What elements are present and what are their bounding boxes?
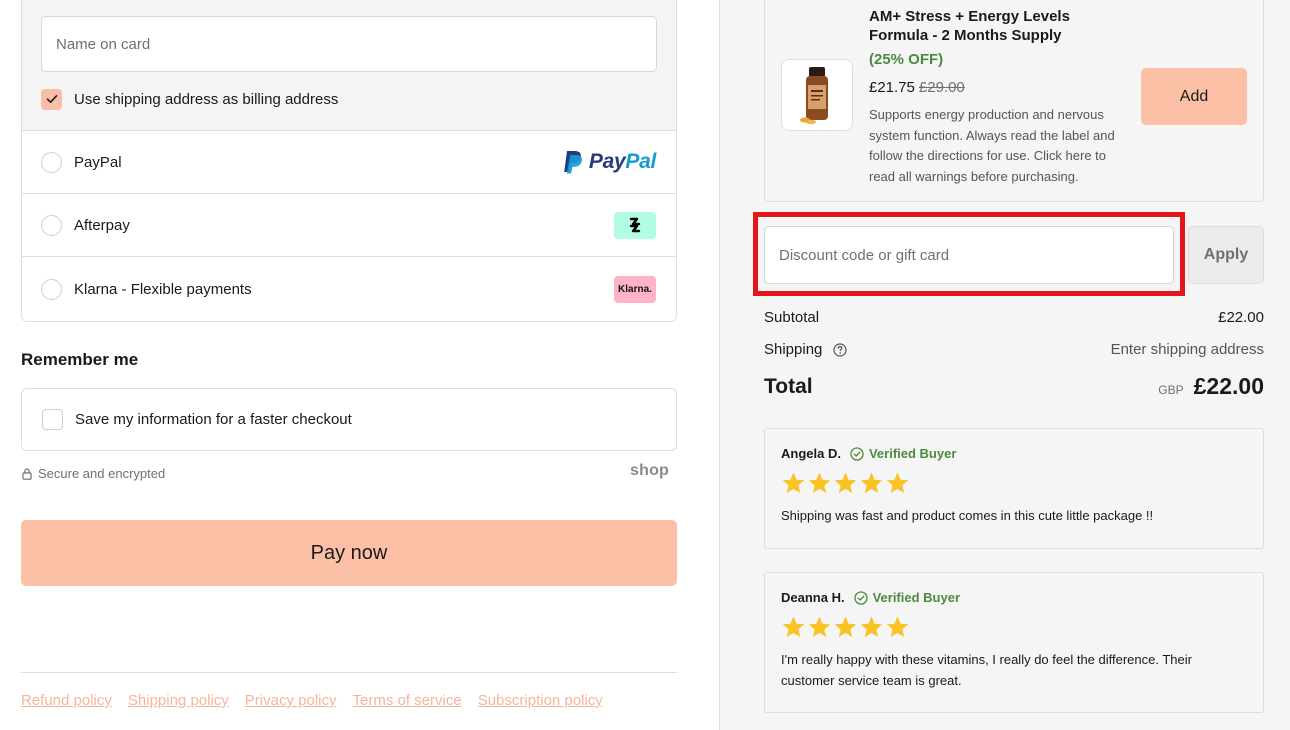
payment-option-klarna[interactable]: Klarna - Flexible payments Klarna. [22,258,676,321]
review-card: Angela D. Verified Buyer Shipping was fa… [764,428,1264,549]
total-row: Total GBP £22.00 [764,373,1264,400]
review-text: Shipping was fast and product comes in t… [781,508,1154,523]
shipping-row: Shipping Enter shipping address [764,341,1264,358]
discount-code-input[interactable] [764,226,1174,284]
star-rating [781,471,1247,495]
afterpay-logo [614,211,656,239]
shipping-policy-link[interactable]: Shipping policy [128,692,229,709]
payment-option-paypal[interactable]: PayPal Pay Pal [22,131,676,194]
product-thumbnail [781,59,853,131]
afterpay-radio[interactable] [41,214,62,236]
upsell-price: £21.75 [869,79,915,96]
upsell-description[interactable]: Supports energy production and nervous s… [869,105,1131,187]
paypal-mark-icon [564,151,582,174]
name-on-card-input[interactable] [41,16,657,72]
review-card: Deanna H. Verified Buyer I'm really happ… [764,572,1264,713]
apply-discount-button[interactable]: Apply [1188,226,1264,284]
billing-same-row[interactable]: Use shipping address as billing address [41,88,338,110]
total-amount: £22.00 [1193,373,1264,399]
remember-me-heading: Remember me [21,350,139,369]
verified-buyer-label: Verified Buyer [872,590,961,605]
privacy-policy-link[interactable]: Privacy policy [245,692,337,709]
add-upsell-button[interactable]: Add [1141,68,1247,125]
refund-policy-link[interactable]: Refund policy [21,692,112,709]
review-author: Deanna H. [781,590,845,605]
policy-links: Refund policy Shipping policy Privacy po… [21,692,603,709]
total-currency: GBP [1158,383,1184,397]
subtotal-label: Subtotal [764,309,820,326]
payment-option-afterpay[interactable]: Afterpay [22,194,676,257]
verified-check-icon [853,590,868,605]
save-info-checkbox[interactable] [42,409,63,430]
subtotal-row: Subtotal £22.00 [764,309,1264,326]
secure-encrypted-label: Secure and encrypted [38,466,166,481]
order-summary-column: AM+ Stress + Energy Levels Formula - 2 M… [719,0,1290,730]
review-header: Angela D. Verified Buyer [781,446,1247,461]
footer-divider [21,672,677,673]
star-icon [834,472,857,493]
pay-now-button[interactable]: Pay now [21,520,677,586]
klarna-radio[interactable] [41,279,62,300]
subtotal-value: £22.00 [1218,309,1264,326]
upsell-price-row: £21.75 £29.00 [869,79,965,96]
star-rating [781,615,1247,639]
upsell-product-card: AM+ Stress + Energy Levels Formula - 2 M… [764,0,1264,202]
paypal-radio[interactable] [41,151,62,173]
checkout-form-column: Use shipping address as billing address … [0,0,719,730]
star-icon [782,616,805,637]
terms-of-service-link[interactable]: Terms of service [353,692,462,709]
shop-pay-logo: shop [630,462,670,479]
star-icon [886,616,909,637]
star-icon [860,472,883,493]
secure-encrypted-note: Secure and encrypted [22,466,165,481]
upsell-compare-price: £29.00 [918,79,965,96]
remember-me-box[interactable]: Save my information for a faster checkou… [21,388,677,451]
upsell-product-title: AM+ Stress + Energy Levels Formula - 2 M… [869,8,1070,44]
credit-card-section: Use shipping address as billing address [22,0,676,131]
review-header: Deanna H. Verified Buyer [781,590,1247,605]
shipping-label: Shipping [764,341,823,358]
paypal-logo-text-pal: Pal [625,150,656,173]
billing-same-checkbox[interactable] [41,88,62,110]
verified-buyer-label: Verified Buyer [868,446,957,461]
paypal-label: PayPal [74,153,122,171]
checkmark-icon [46,95,57,103]
klarna-logo: Klarna. [614,276,656,303]
billing-same-label: Use shipping address as billing address [74,90,339,108]
afterpay-arrows-icon [629,217,641,233]
star-icon [860,616,883,637]
shipping-value: Enter shipping address [1110,341,1264,358]
total-label: Total [764,374,813,398]
help-circle-icon[interactable] [832,343,847,357]
paypal-logo-text-pay: Pay [588,150,626,173]
star-icon [782,472,805,493]
subscription-policy-link[interactable]: Subscription policy [478,692,603,709]
afterpay-label: Afterpay [74,216,130,234]
star-icon [886,472,909,493]
paypal-logo: Pay Pal [562,150,656,174]
verified-check-icon [850,446,864,461]
star-icon [834,616,857,637]
save-info-label: Save my information for a faster checkou… [75,411,352,428]
lock-icon [22,467,32,480]
klarna-label: Klarna - Flexible payments [74,281,252,298]
supplement-bottle-icon [800,67,828,125]
upsell-discount-badge: (25% OFF) [869,51,944,68]
payment-methods-box: Use shipping address as billing address … [21,0,677,322]
star-icon [808,472,831,493]
review-author: Angela D. [781,446,841,461]
review-text: I'm really happy with these vitamins, I … [781,652,1192,688]
star-icon [808,616,831,637]
